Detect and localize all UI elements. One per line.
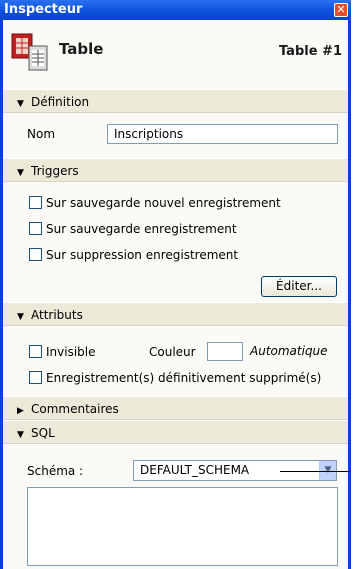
chevron-down-icon: ▼: [17, 430, 24, 440]
section-attributs[interactable]: ▼ Attributs: [3, 302, 348, 326]
checkbox[interactable]: [29, 345, 42, 358]
inspector-header: Table Table #1: [3, 20, 348, 88]
trigger-label: Sur sauvegarde enregistrement: [46, 222, 237, 236]
trigger-label: Sur suppression enregistrement: [46, 248, 239, 262]
schema-value: DEFAULT_SCHEMA: [140, 463, 250, 477]
name-field[interactable]: Inscriptions: [107, 124, 338, 144]
section-definition[interactable]: ▼ Définition: [3, 89, 348, 113]
title-bar[interactable]: Inspecteur ✕: [0, 0, 351, 20]
table-number: Table #1: [278, 44, 342, 59]
checkbox[interactable]: [29, 222, 42, 235]
trigger-save-record[interactable]: Sur sauvegarde enregistrement: [29, 221, 237, 239]
table-icon: [11, 33, 48, 71]
section-sql-label: SQL: [31, 426, 55, 440]
schema-label: Schéma :: [27, 464, 84, 478]
color-label: Couleur: [149, 345, 196, 359]
section-attributs-label: Attributs: [31, 308, 83, 322]
inspector-window: Inspecteur ✕ Table Table #1 ▼ Définition …: [0, 0, 351, 569]
invisible-label: Invisible: [46, 345, 96, 359]
invisible-option[interactable]: Invisible: [29, 344, 96, 362]
sql-textarea[interactable]: [27, 487, 338, 566]
trigger-new-record[interactable]: Sur sauvegarde nouvel enregistrement: [29, 195, 281, 213]
section-triggers[interactable]: ▼ Triggers: [3, 158, 348, 182]
callout-line: [280, 471, 350, 472]
trigger-label: Sur sauvegarde nouvel enregistrement: [46, 196, 281, 210]
section-definition-label: Définition: [31, 95, 90, 109]
checkbox[interactable]: [29, 248, 42, 261]
checkbox[interactable]: [29, 196, 42, 209]
chevron-down-icon: ▼: [17, 99, 24, 109]
header-title: Table: [59, 40, 104, 58]
checkbox[interactable]: [29, 371, 42, 384]
close-icon[interactable]: ✕: [334, 3, 348, 17]
deleted-records-option[interactable]: Enregistrement(s) définitivement supprim…: [29, 370, 321, 388]
trigger-delete-record[interactable]: Sur suppression enregistrement: [29, 247, 238, 265]
window-title: Inspecteur: [4, 2, 83, 17]
color-swatch[interactable]: [207, 342, 243, 361]
section-commentaires-label: Commentaires: [31, 402, 119, 416]
chevron-down-icon: ▼: [17, 312, 24, 322]
color-value: Automatique: [250, 344, 328, 358]
section-commentaires[interactable]: ▶ Commentaires: [3, 396, 348, 420]
section-triggers-label: Triggers: [31, 164, 79, 178]
name-label: Nom: [27, 127, 56, 141]
deleted-records-label: Enregistrement(s) définitivement supprim…: [46, 371, 322, 385]
section-sql[interactable]: ▼ SQL: [3, 420, 348, 444]
chevron-down-icon: ▼: [17, 168, 24, 178]
edit-button[interactable]: Éditer...: [261, 276, 337, 297]
